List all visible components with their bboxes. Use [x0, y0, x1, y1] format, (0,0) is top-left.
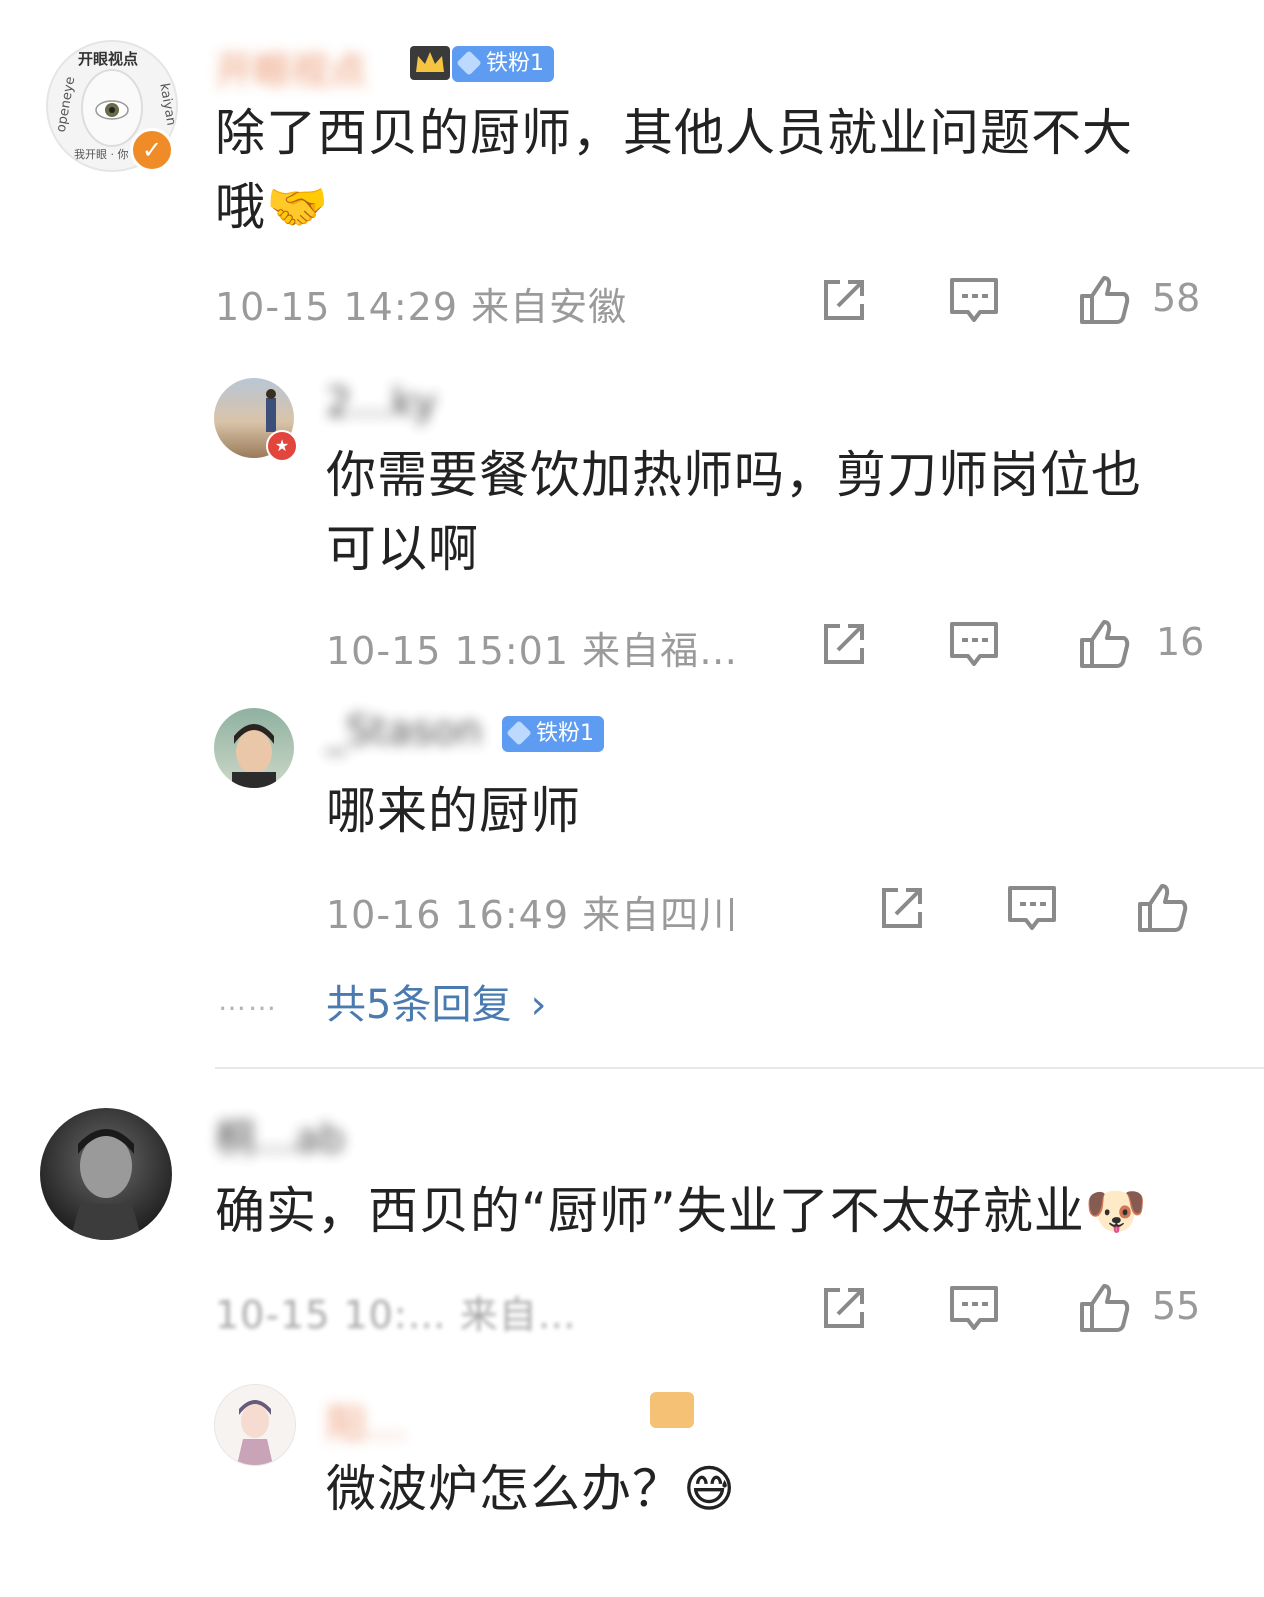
share-icon[interactable]	[816, 616, 872, 672]
time-location: 10-16 16:49 来自四川	[326, 893, 739, 937]
level-badge-icon	[650, 1392, 694, 1428]
comment-icon[interactable]	[946, 1280, 1002, 1336]
time-location: 10-15 15:01 来自福…	[326, 629, 739, 673]
like-count: 16	[1156, 620, 1205, 664]
like-count: 58	[1152, 276, 1201, 320]
comment-icon[interactable]	[946, 272, 1002, 328]
comment-text: 确实，西贝的“厨师”失业了不太好就业🐶	[215, 1182, 1149, 1240]
thumb-up-icon[interactable]	[1076, 272, 1132, 328]
username[interactable]: 2…ky	[326, 380, 437, 426]
share-icon[interactable]	[816, 1280, 872, 1336]
avatar-text-top: 开眼视点	[78, 50, 139, 68]
comment-icon[interactable]	[946, 616, 1002, 672]
avatar[interactable]	[40, 1108, 172, 1240]
comment-text: 除了西贝的厨师，其他人员就业问题不大	[215, 104, 1133, 162]
thumb-up-icon[interactable]	[1076, 1280, 1132, 1336]
verified-icon: ★	[266, 430, 298, 462]
username[interactable]: _Stason	[326, 708, 482, 754]
username[interactable]: 桐…ab	[215, 1106, 345, 1164]
fan-badge: 铁粉1	[452, 46, 554, 82]
comment-text: 微波炉怎么办？😅	[326, 1460, 737, 1518]
verified-icon: ✓	[130, 128, 174, 172]
comment-text-line2: 可以啊	[326, 520, 479, 578]
avatar-text-bottom: 我开眼 · 你	[74, 148, 129, 161]
more-replies-dots: ……	[218, 984, 278, 1017]
comment-text-line2: 哦🤝	[215, 178, 330, 236]
share-icon[interactable]	[874, 880, 930, 936]
username[interactable]: 开眼视点	[215, 40, 367, 95]
avatar[interactable]	[214, 1384, 296, 1466]
more-replies-link[interactable]: 共5条回复 ›	[326, 972, 547, 1030]
time-location: 10-15 10:… 来自…	[215, 1293, 577, 1337]
comment-text: 你需要餐饮加热师吗，剪刀师岗位也	[326, 446, 1142, 504]
divider	[215, 1067, 1264, 1069]
username[interactable]: 阳…	[326, 1392, 406, 1450]
share-icon[interactable]	[816, 272, 872, 328]
crown-icon	[410, 46, 450, 80]
comment-icon[interactable]	[1004, 880, 1060, 936]
comment-text: 哪来的厨师	[326, 782, 581, 840]
more-replies-label: 共5条回复	[326, 982, 512, 1028]
avatar[interactable]	[214, 708, 294, 788]
thumb-up-icon[interactable]	[1134, 880, 1190, 936]
thumb-up-icon[interactable]	[1076, 616, 1132, 672]
fan-badge: 铁粉1	[502, 716, 604, 752]
chevron-right-icon: ›	[530, 982, 547, 1028]
time-location: 10-15 14:29 来自安徽	[215, 285, 628, 329]
like-count: 55	[1152, 1284, 1201, 1328]
